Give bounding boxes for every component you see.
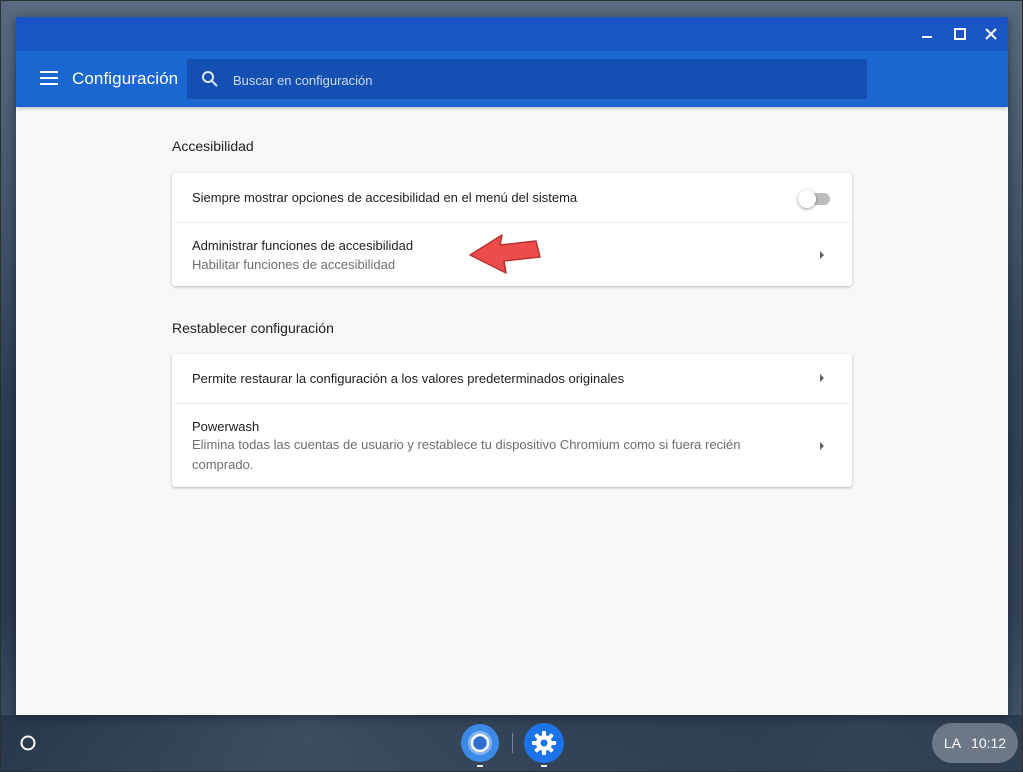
chevron-right-icon (820, 374, 824, 382)
row-label: Administrar funciones de accesibilidad (192, 238, 414, 253)
section-title-accesibilidad: Accesibilidad (172, 138, 254, 154)
search-box[interactable] (187, 59, 867, 101)
page-title: Configuración (72, 69, 179, 88)
launcher-icon[interactable] (19, 734, 37, 752)
powerwash-row[interactable]: Powerwash Elimina todas las cuentas de u… (172, 403, 852, 487)
maximize-icon (954, 28, 966, 40)
accessibility-menu-toggle[interactable] (798, 190, 830, 208)
maximize-button[interactable] (951, 25, 969, 43)
row-sublabel: Elimina todas las cuentas de usuario y r… (192, 437, 741, 472)
close-icon (985, 28, 997, 40)
settings-toolbar: Configuración (16, 51, 1008, 107)
clock: 10:12 (971, 735, 1007, 751)
row-label: Permite restaurar la configuración a los… (192, 371, 625, 386)
menu-icon[interactable] (40, 71, 58, 85)
chromium-browser-icon[interactable] (460, 723, 500, 763)
settings-window: Configuración Accesibilidad Siempre most… (16, 17, 1008, 715)
close-button[interactable] (982, 25, 1000, 43)
settings-gear-icon[interactable] (524, 723, 564, 763)
chevron-right-icon (820, 251, 824, 259)
chevron-right-icon (820, 442, 824, 450)
always-show-accessibility-row[interactable]: Siempre mostrar opciones de accesibilida… (172, 173, 852, 222)
reset-card: Permite restaurar la configuración a los… (172, 354, 852, 487)
section-title-restablecer: Restablecer configuración (172, 320, 334, 336)
restore-defaults-row[interactable]: Permite restaurar la configuración a los… (172, 354, 852, 403)
row-label: Siempre mostrar opciones de accesibilida… (192, 190, 578, 205)
minimize-button[interactable] (918, 25, 936, 43)
ime-indicator: LA (943, 735, 962, 751)
window-titlebar (16, 17, 1008, 51)
minimize-icon (922, 36, 932, 38)
search-icon (202, 71, 218, 87)
status-tray[interactable]: LA 10:12 (932, 723, 1018, 763)
annotation-arrow-icon (469, 234, 541, 274)
search-input[interactable] (231, 59, 855, 101)
row-label: Powerwash (192, 419, 260, 434)
